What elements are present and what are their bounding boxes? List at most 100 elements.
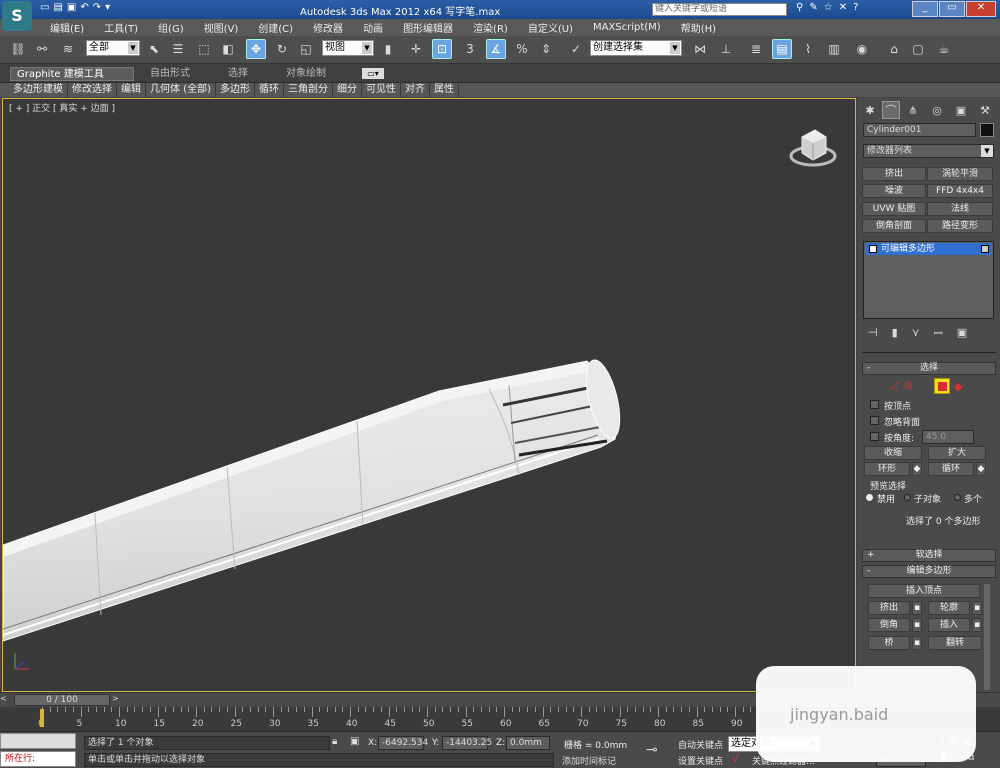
inset-settings-icon[interactable]: ▪ [972,618,982,632]
selection-filter-dropdown[interactable]: 全部 ▼ [86,40,140,56]
mirror-icon[interactable]: ⋈ [690,39,710,59]
help-icon[interactable]: ? [853,2,858,13]
preview-subobject-radio[interactable] [904,494,911,501]
mod-ffd-button[interactable]: FFD 4x4x4 [927,184,993,198]
tab-selection[interactable]: 选择 [222,67,254,81]
pivot-center-icon[interactable]: ▮ [378,39,398,59]
minimize-button[interactable]: _ [912,1,938,17]
object-name-field[interactable]: Cylinder001 [863,123,976,137]
select-by-name-icon[interactable]: ☰ [168,39,188,59]
layer-manager-icon[interactable]: ≣ [746,39,766,59]
search-input[interactable]: 键入关键字或短语 [652,3,787,16]
outline-settings-icon[interactable]: ▪ [972,601,982,615]
pen-cylinder-model[interactable] [3,99,856,692]
unlink-icon[interactable]: ⚯ [32,39,52,59]
stack-item[interactable]: 可编辑多边形 [865,243,992,255]
render-frame-icon[interactable]: ▢ [908,39,928,59]
create-tab-icon[interactable]: ✱ [861,101,879,119]
menu-item-9[interactable]: 自定义(U) [518,20,583,35]
ref-coord-dropdown[interactable]: 视图 ▼ [322,40,374,56]
menu-item-6[interactable]: 动画 [353,20,393,35]
maxscript-listener[interactable] [0,733,76,749]
shrink-button[interactable]: 收缩 [864,446,922,460]
display-tab-icon[interactable]: ▣ [952,101,970,119]
select-object-icon[interactable]: ⬉ [144,39,164,59]
bevel-settings-icon[interactable]: ▪ [912,618,922,632]
y-coord-field[interactable]: -14403.25 [442,736,492,750]
maximize-button[interactable]: ▭ [939,1,965,17]
soft-selection-rollup-header[interactable]: + 软选择 [862,549,996,562]
menu-item-11[interactable]: 帮助(H) [671,20,726,35]
autokey-button[interactable]: 自动关键点 [678,738,723,751]
add-time-tag[interactable]: 添加时间标记 [562,754,616,767]
bevel-button[interactable]: 倒角 [868,618,910,632]
x-coord-field[interactable]: -6492.534 [378,736,428,750]
menu-item-5[interactable]: 修改器 [303,20,353,35]
pin-stack-icon[interactable]: ⊣ [868,326,878,341]
modifier-list-dropdown[interactable]: 修改器列表 ▼ [863,144,994,158]
mod-path-deform-button[interactable]: 路径变形 [927,219,993,233]
modifier-stack[interactable]: 可编辑多边形 [863,241,994,319]
ribbon-panel-3[interactable]: 几何体 (全部) [146,83,216,97]
manipulate-icon[interactable]: ✛ [406,39,426,59]
make-unique-icon[interactable]: ⋎ [912,326,920,341]
tab-object-paint[interactable]: 对象绘制 [280,67,332,81]
binoculars-icon[interactable]: ⚲ [796,2,803,13]
border-level-icon[interactable]: ◍ [904,380,913,391]
mod-normal-button[interactable]: 法线 [927,202,993,216]
vertex-level-icon[interactable]: ∴ [878,380,884,391]
extrude-button[interactable]: 挤出 [868,601,910,615]
undo-icon[interactable]: ↶ [80,2,88,13]
loop-spinner[interactable]: ◆ [976,462,986,476]
configure-sets-icon[interactable]: ▣ [957,326,967,341]
show-end-result-icon[interactable]: ▮ [892,326,898,341]
keyboard-shortcut-icon[interactable]: ⊡ [432,39,452,59]
menu-item-2[interactable]: 组(G) [148,20,194,35]
outline-button[interactable]: 轮廓 [928,601,970,615]
flip-button[interactable]: 翻转 [928,636,982,650]
ribbon-panel-5[interactable]: 循环 [255,83,284,97]
maxscript-mini[interactable]: 所在行: [0,751,76,767]
bridge-button[interactable]: 桥 [868,636,910,650]
expand-icon[interactable] [869,245,877,253]
angle-spinner[interactable]: 45.0 [922,430,974,444]
window-crossing-icon[interactable]: ◧ [218,39,238,59]
insert-vertex-button[interactable]: 插入顶点 [868,584,980,598]
snap-toggle-icon[interactable]: 3 [460,39,480,59]
star-icon[interactable]: ☆ [824,2,833,13]
utilities-tab-icon[interactable]: ⚒ [976,101,994,119]
ribbon-panel-10[interactable]: 属性 [430,83,459,97]
ribbon-panel-6[interactable]: 三角剖分 [284,83,333,97]
link-icon[interactable]: ⛓ [8,39,28,59]
panel-scrollbar[interactable] [984,584,990,690]
key-icon[interactable]: ⊸ [646,742,658,758]
menu-item-4[interactable]: 创建(C) [248,20,303,35]
mod-noise-button[interactable]: 噪波 [862,184,926,198]
percent-snap-icon[interactable]: % [512,39,532,59]
dropdown-icon[interactable]: ▾ [105,2,110,13]
tools-icon[interactable]: ✎ [809,2,817,13]
viewcube-icon[interactable] [789,123,837,171]
lightbulb-icon[interactable] [981,245,989,253]
loop-button[interactable]: 循环 [928,462,974,476]
material-editor-icon[interactable]: ◉ [852,39,872,59]
mod-bevel-profile-button[interactable]: 倒角剖面 [862,219,926,233]
named-selection-dropdown[interactable]: 创建选择集 ▼ [590,40,682,56]
menu-item-1[interactable]: 工具(T) [94,20,148,35]
key-mode-icon[interactable]: √ [732,752,739,765]
menu-item-3[interactable]: 视图(V) [194,20,249,35]
remove-modifier-icon[interactable]: ꟷ [934,326,943,341]
save-icon[interactable]: ▣ [67,2,76,13]
render-setup-icon[interactable]: ⌂ [884,39,904,59]
mod-uvw-button[interactable]: UVW 贴图 [862,202,926,216]
edit-polygons-rollup-header[interactable]: - 编辑多边形 [862,565,996,578]
edge-level-icon[interactable]: ◿ [890,380,898,391]
lock-selection-icon[interactable]: 🔒︎ [332,736,337,747]
bind-spacewarp-icon[interactable]: ≋ [58,39,78,59]
ribbon-panel-0[interactable]: 多边形建模 [9,83,68,97]
mod-turbosmooth-button[interactable]: 涡轮平滑 [927,167,993,181]
close-button[interactable]: ✕ [966,1,996,17]
ribbon-panel-7[interactable]: 细分 [333,83,362,97]
app-logo-icon[interactable]: S [2,1,32,31]
menu-item-10[interactable]: MAXScript(M) [583,22,671,33]
